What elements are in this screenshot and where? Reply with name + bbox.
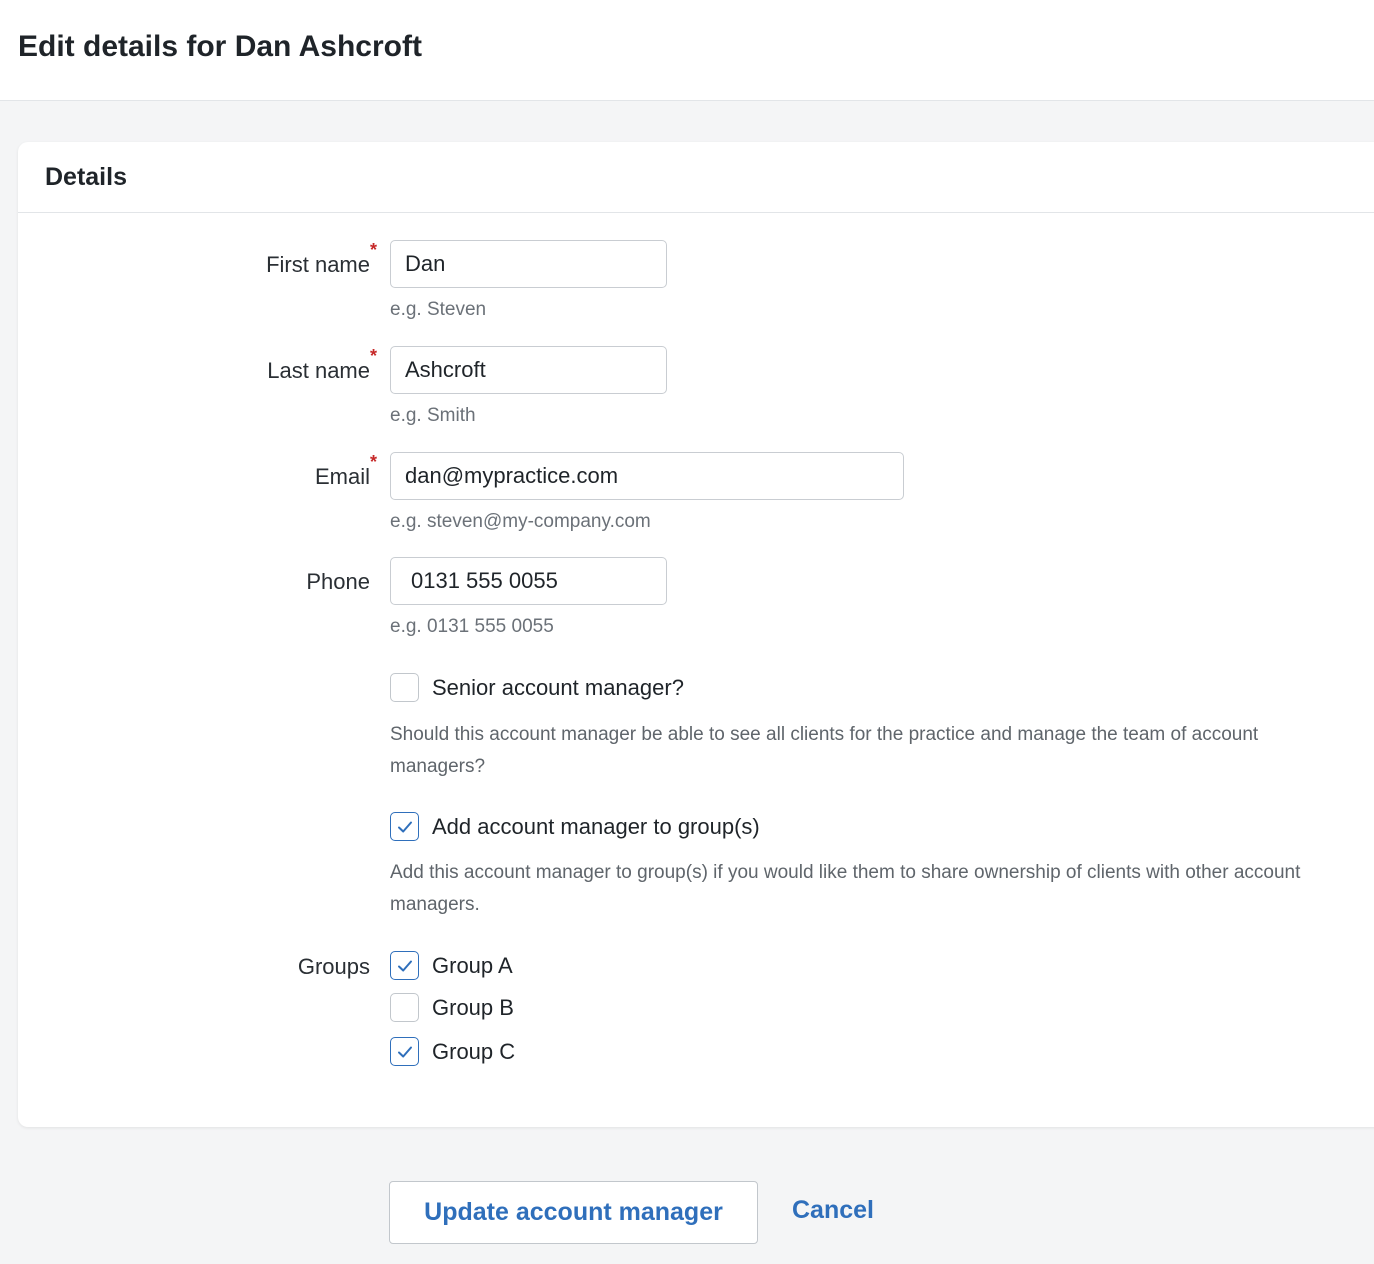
group-c-row[interactable]: Group C (390, 1037, 515, 1066)
phone-label: Phone (306, 569, 370, 594)
senior-account-manager-checkbox[interactable] (390, 673, 419, 702)
last-name-label: Last name (267, 358, 370, 383)
senior-account-manager-row[interactable]: Senior account manager? (390, 673, 684, 702)
check-icon (397, 821, 412, 832)
groups-label: Groups (297, 954, 370, 979)
first-name-input[interactable] (390, 240, 667, 288)
check-icon (397, 1046, 412, 1057)
last-name-input[interactable] (390, 346, 667, 394)
check-icon (397, 960, 412, 971)
group-a-row[interactable]: Group A (390, 951, 513, 980)
details-card: Details (18, 142, 1374, 1127)
add-to-groups-description: Add this account manager to group(s) if … (390, 862, 1301, 915)
page-header: Edit details for Dan Ashcroft (0, 0, 1374, 101)
page-title: Edit details for Dan Ashcroft (18, 30, 422, 63)
last-name-hint: e.g. Smith (390, 405, 476, 426)
first-name-label: First name (266, 252, 370, 277)
card-title: Details (45, 163, 127, 191)
group-b-checkbox[interactable] (390, 993, 419, 1022)
senior-account-manager-label: Senior account manager? (432, 674, 684, 700)
first-name-required-mark: * (370, 240, 378, 260)
cancel-link[interactable]: Cancel (792, 1196, 874, 1225)
add-to-groups-checkbox[interactable] (390, 812, 419, 841)
group-a-label: Group A (432, 952, 513, 978)
group-c-checkbox[interactable] (390, 1037, 419, 1066)
group-b-row[interactable]: Group B (390, 993, 514, 1022)
add-to-groups-row[interactable]: Add account manager to group(s) (390, 812, 760, 841)
group-b-label: Group B (432, 994, 514, 1020)
update-account-manager-button[interactable]: Update account manager (389, 1181, 758, 1244)
add-to-groups-label: Add account manager to group(s) (432, 813, 760, 839)
card-header: Details (18, 142, 1374, 213)
email-required-mark: * (370, 452, 378, 472)
email-label: Email (314, 464, 370, 489)
last-name-required-mark: * (370, 346, 378, 366)
email-input[interactable] (390, 452, 904, 500)
senior-account-manager-description: Should this account manager be able to s… (390, 724, 1259, 777)
first-name-hint: e.g. Steven (390, 299, 487, 320)
group-c-label: Group C (432, 1038, 516, 1064)
group-a-checkbox[interactable] (390, 951, 419, 980)
phone-input[interactable] (390, 557, 667, 605)
email-hint: e.g. steven@my-company.com (390, 511, 651, 532)
phone-hint: e.g. 0131 555 0055 (390, 616, 554, 637)
